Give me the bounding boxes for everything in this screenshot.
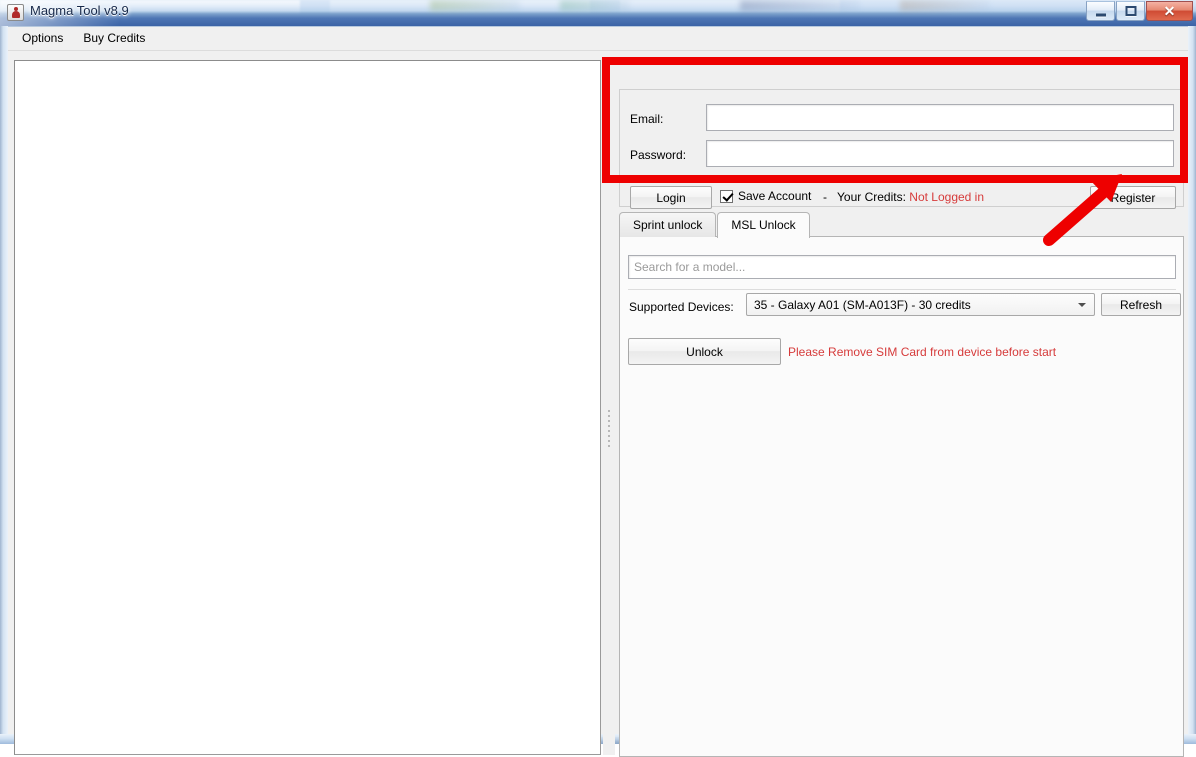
- email-label: Email:: [630, 112, 664, 126]
- window-controls: ✕: [1085, 1, 1193, 21]
- chevron-down-icon: [1078, 303, 1086, 307]
- tab-sprint-unlock[interactable]: Sprint unlock: [619, 212, 717, 237]
- window-frame-left: [0, 26, 8, 738]
- app-icon: [7, 4, 24, 21]
- panel-splitter[interactable]: [603, 60, 615, 755]
- refresh-button[interactable]: Refresh: [1101, 293, 1181, 316]
- maximize-button[interactable]: [1116, 1, 1145, 21]
- search-input[interactable]: [628, 255, 1176, 279]
- app-icon-body: [12, 11, 20, 18]
- msl-unlock-panel: Supported Devices: 35 - Galaxy A01 (SM-A…: [619, 236, 1184, 757]
- credits-label: Your Credits:: [837, 190, 906, 204]
- menu-item-options[interactable]: Options: [16, 28, 73, 49]
- email-field[interactable]: [706, 104, 1174, 131]
- title-bar-haze: [560, 0, 630, 11]
- supported-devices-label: Supported Devices:: [629, 300, 734, 314]
- save-account-row[interactable]: Save Account: [720, 189, 811, 203]
- selected-device-label: 35 - Galaxy A01 (SM-A013F) - 30 credits: [754, 298, 971, 312]
- log-output-panel[interactable]: [14, 60, 601, 755]
- save-account-label: Save Account: [738, 189, 812, 203]
- right-pane: Email: Password: Login Save Account - Yo…: [615, 55, 1188, 757]
- credits-dash: -: [823, 190, 827, 204]
- credits-value: Not Logged in: [909, 190, 985, 204]
- title-bar-haze: [740, 0, 860, 11]
- menu-item-buy-credits[interactable]: Buy Credits: [77, 28, 155, 49]
- supported-devices-select[interactable]: 35 - Galaxy A01 (SM-A013F) - 30 credits: [746, 293, 1095, 316]
- login-separator: [630, 177, 1176, 178]
- log-output-text: [15, 61, 600, 67]
- password-field[interactable]: [706, 140, 1174, 167]
- minimize-button[interactable]: [1086, 1, 1115, 21]
- login-group: Email: Password: Login Save Account - Yo…: [619, 89, 1184, 209]
- password-label: Password:: [630, 148, 687, 162]
- splitter-grip-icon: [608, 410, 610, 450]
- close-icon: ✕: [1163, 3, 1176, 19]
- menu-bar: Options Buy Credits: [8, 27, 1188, 51]
- tab-strip: Sprint unlock MSL Unlock: [619, 212, 1184, 238]
- application-window: Magma Tool v8.9 ✕ Options Buy Credits Em…: [0, 0, 1196, 757]
- title-bar: Magma Tool v8.9 ✕: [0, 0, 1196, 26]
- window-frame-right: [1188, 26, 1196, 738]
- minimize-icon: [1095, 13, 1106, 17]
- save-account-checkbox[interactable]: [720, 189, 733, 203]
- panel-separator: [628, 289, 1176, 290]
- unlock-button[interactable]: Unlock: [628, 338, 781, 365]
- close-button[interactable]: ✕: [1146, 1, 1193, 21]
- sim-warning-text: Please Remove SIM Card from device befor…: [788, 345, 1057, 359]
- tab-msl-unlock[interactable]: MSL Unlock: [717, 212, 810, 238]
- login-button[interactable]: Login: [630, 186, 712, 209]
- client-area: Options Buy Credits Email: Password: Log…: [8, 26, 1188, 757]
- register-button[interactable]: Register: [1090, 186, 1176, 209]
- window-title: Magma Tool v8.9: [30, 3, 129, 18]
- title-bar-haze: [430, 0, 520, 11]
- app-icon-glyph: [11, 7, 21, 19]
- maximize-icon: [1125, 6, 1136, 16]
- credits-status: - Your Credits: Not Logged in: [823, 190, 984, 204]
- title-bar-haze: [900, 0, 990, 11]
